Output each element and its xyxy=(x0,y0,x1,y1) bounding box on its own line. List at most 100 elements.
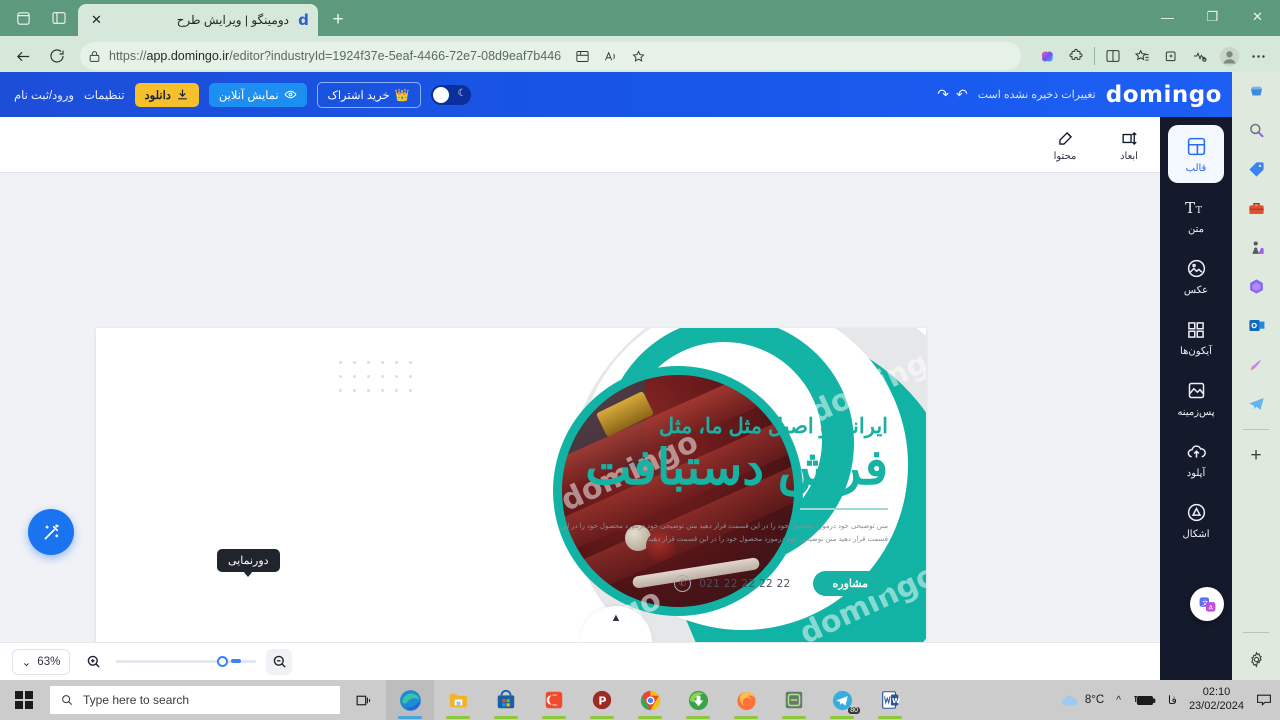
tab-groups-icon[interactable] xyxy=(10,5,36,31)
split-screen-toolbar-icon[interactable] xyxy=(1099,42,1127,70)
notification-icon[interactable] xyxy=(1256,693,1272,707)
more-options-icon[interactable] xyxy=(1244,42,1272,70)
zoom-bar: ⌄ 63% xyxy=(0,642,1160,680)
read-aloud-icon[interactable] xyxy=(597,43,623,69)
address-bar[interactable]: https://app.domingo.ir/editor?industryId… xyxy=(80,42,1021,70)
artboard-description[interactable]: متن توضیحی خود درمورد محصول خود را در ای… xyxy=(558,520,888,547)
taskbar-app-notes[interactable] xyxy=(770,680,818,720)
shopping-icon[interactable] xyxy=(1243,156,1269,182)
back-icon[interactable] xyxy=(8,41,38,71)
sidebar-label-template: قالب xyxy=(1185,162,1207,174)
copilot-sidebar-icon[interactable] xyxy=(1243,78,1269,104)
online-preview-button[interactable]: نمایش آنلاین xyxy=(208,82,307,107)
zoom-slider[interactable] xyxy=(116,656,256,667)
task-view-icon[interactable] xyxy=(340,680,386,720)
lock-icon xyxy=(88,50,101,63)
favorites-icon[interactable] xyxy=(1128,42,1156,70)
magic-wand-fab[interactable] xyxy=(28,509,74,555)
sidebar-item-icons[interactable]: آیکون‌ها xyxy=(1168,308,1224,366)
taskbar-app-edge[interactable] xyxy=(386,680,434,720)
sidebar-item-image[interactable]: عکس xyxy=(1168,247,1224,305)
artboard-kicker[interactable]: ایرانی و اصیل مثل ما، مثل xyxy=(408,414,888,439)
artboard[interactable]: domingo domingo domingo domingo ایرانی و… xyxy=(96,328,926,648)
zoom-level-select[interactable]: ⌄ 63% xyxy=(12,648,70,675)
taskbar-app-microsoft-store[interactable] xyxy=(482,680,530,720)
moon-icon: ☾ xyxy=(457,87,467,99)
split-screen-icon[interactable] xyxy=(569,43,595,69)
taskbar-app-firefox[interactable] xyxy=(722,680,770,720)
taskbar-clock[interactable]: 02:10 23/02/2024 xyxy=(1189,686,1244,714)
profile-icon[interactable] xyxy=(1215,42,1243,70)
artboard-actions: مشاوره ✆ 021 22 22 22 22 xyxy=(408,571,888,597)
office-icon[interactable] xyxy=(1243,273,1269,299)
taskbar-app-list: P 80 W xyxy=(386,680,914,720)
zoom-out-icon[interactable] xyxy=(266,648,292,675)
sidebar-divider-bottom xyxy=(1243,632,1269,633)
sidebar-item-template[interactable]: قالب xyxy=(1168,125,1224,183)
tab-title: دومینگو | ویرایش طرح xyxy=(176,13,289,27)
settings-link[interactable]: تنظیمات xyxy=(84,88,125,102)
window-close-button[interactable]: ✕ xyxy=(1235,0,1280,34)
designer-icon[interactable] xyxy=(1243,351,1269,377)
buy-subscription-button[interactable]: 👑 خرید اشتراک xyxy=(316,81,421,108)
download-button[interactable]: دانلود xyxy=(134,82,199,107)
browser-essentials-icon[interactable] xyxy=(1186,42,1214,70)
new-tab-button[interactable]: + xyxy=(324,6,352,34)
extensions-icon[interactable] xyxy=(1062,42,1090,70)
zoom-slider-knob[interactable] xyxy=(216,656,228,667)
window-minimize-button[interactable]: — xyxy=(1145,0,1190,34)
collections-icon[interactable] xyxy=(1157,42,1185,70)
login-register-link[interactable]: ورود/ثبت نام xyxy=(14,88,74,102)
window-restore-button[interactable]: ❐ xyxy=(1190,0,1235,34)
split-pane-icon[interactable] xyxy=(46,5,72,31)
redo-icon[interactable]: ↷ xyxy=(937,86,949,103)
phone-icon: ✆ xyxy=(674,575,692,593)
artboard-text-block[interactable]: ایرانی و اصیل مثل ما، مثل فرش دستبافت مت… xyxy=(408,414,889,597)
artboard-phone[interactable]: ✆ 021 22 22 22 22 xyxy=(674,575,790,593)
windows-start-icon[interactable] xyxy=(0,680,48,720)
sidebar-item-upload[interactable]: آپلود xyxy=(1168,430,1224,488)
battery-charging-icon[interactable] xyxy=(1133,694,1156,707)
taskbar-app-file-explorer[interactable] xyxy=(434,680,482,720)
sidebar-item-background[interactable]: پس‌زمینه xyxy=(1168,369,1224,427)
sidebar-item-text[interactable]: T T متن xyxy=(1168,186,1224,244)
browser-tab[interactable]: d دومینگو | ویرایش طرح ✕ xyxy=(78,4,318,36)
copilot-icon[interactable] xyxy=(1033,42,1061,70)
sidebar-item-shapes[interactable]: اشکال xyxy=(1168,491,1224,549)
taskbar-app-camtasia[interactable] xyxy=(530,680,578,720)
tray-overflow-icon[interactable]: ^ xyxy=(1116,695,1121,706)
telegram-icon[interactable] xyxy=(1243,390,1269,416)
download-icon xyxy=(176,88,189,101)
canvas-area[interactable]: domingo domingo domingo domingo ایرانی و… xyxy=(0,173,1160,648)
reload-icon[interactable] xyxy=(42,41,72,71)
zoom-in-icon[interactable] xyxy=(80,649,106,675)
artboard-title[interactable]: فرش دستبافت xyxy=(408,441,889,496)
toolbar-content-tool[interactable]: محتوا xyxy=(1042,127,1088,162)
toolbar-dimensions-tool[interactable]: ابعاد xyxy=(1106,127,1152,162)
gear-icon[interactable] xyxy=(1243,646,1269,672)
app-logo[interactable]: domingo xyxy=(1106,82,1222,108)
undo-icon[interactable]: ↶ xyxy=(956,86,968,103)
buy-subscription-label: خرید اشتراک xyxy=(327,89,390,102)
decor-dot-grid xyxy=(339,361,423,403)
ai-translate-fab[interactable]: 文 A xyxy=(1190,587,1224,621)
taskbar-app-telegram[interactable]: 80 xyxy=(818,680,866,720)
add-sidebar-app-icon[interactable]: + xyxy=(1243,443,1269,469)
crown-icon: 👑 xyxy=(394,87,410,102)
games-icon[interactable] xyxy=(1243,234,1269,260)
tools-icon[interactable] xyxy=(1243,195,1269,221)
taskbar-app-word[interactable]: W xyxy=(866,680,914,720)
language-indicator[interactable]: فا xyxy=(1168,693,1177,707)
tab-close-icon[interactable]: ✕ xyxy=(88,12,105,29)
taskbar-app-chrome[interactable] xyxy=(626,680,674,720)
search-icon[interactable] xyxy=(1243,117,1269,143)
dark-mode-toggle[interactable]: ☾ xyxy=(430,84,471,105)
artboard-cta-button[interactable]: مشاوره xyxy=(812,571,888,597)
taskbar-search-input[interactable]: Type here to search xyxy=(50,686,340,714)
favorite-star-icon[interactable] xyxy=(625,43,651,69)
taskbar-app-idm[interactable] xyxy=(674,680,722,720)
outlook-icon[interactable] xyxy=(1243,312,1269,338)
weather-widget[interactable]: 8°C xyxy=(1059,693,1104,708)
taskbar-app-p[interactable]: P xyxy=(578,680,626,720)
zoom-slider-track xyxy=(116,660,219,663)
